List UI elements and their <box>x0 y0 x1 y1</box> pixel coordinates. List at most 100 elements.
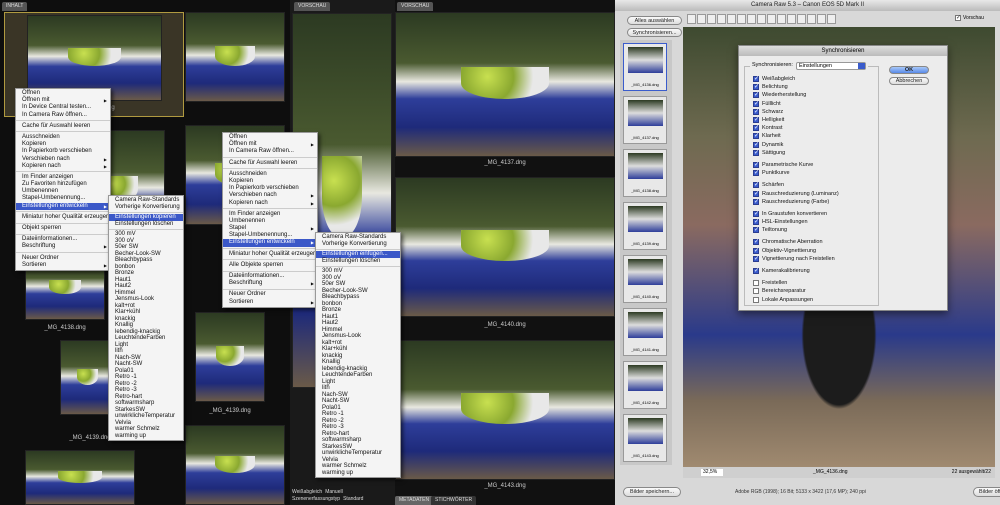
preview-checkbox[interactable]: ✓ Vorschau <box>955 15 984 21</box>
menu-item-sortieren[interactable]: Sortieren <box>16 262 110 269</box>
checkbox-box[interactable]: ✓ <box>753 268 759 275</box>
checkbox-rauschreduzierung-luminanz[interactable]: ✓ Rauschreduzierung (Luminanz) <box>753 189 839 197</box>
checkbox-objektiv-vignettierung[interactable]: ✓ Objektiv-Vignettierung <box>753 247 839 255</box>
menu-item-einstellungen-entwickeln[interactable]: Einstellungen entwickeln <box>16 202 110 210</box>
image-info-link[interactable]: Adobe RGB (1998); 16 Bit; 5133 x 3422 (1… <box>735 489 866 495</box>
checkbox-box[interactable]: ✓ <box>753 100 759 107</box>
checkbox-hsl-einstellungen[interactable]: ✓ HSL-Einstellungen <box>753 218 839 226</box>
menu-item-miniatur-hoher-qualit-t-erzeugen[interactable]: Miniatur hoher Qualität erzeugen <box>16 214 110 221</box>
thumbnail-image[interactable] <box>185 12 285 102</box>
menu-item-kopieren-nach[interactable]: Kopieren nach <box>16 163 110 170</box>
filmstrip[interactable]: _MG_4136.dng _MG_4137.dng _MG_4138.dng _MG_… <box>620 40 672 465</box>
checkbox-box[interactable]: ✓ <box>753 219 759 226</box>
filmstrip-thumbnail[interactable]: _MG_4141.dng <box>623 308 667 356</box>
checkbox-box[interactable]: ✓ <box>753 84 759 91</box>
checkbox-parametrische-kurve[interactable]: ✓ Parametrische Kurve <box>753 161 839 169</box>
color-sampler-icon[interactable] <box>717 14 726 24</box>
menu-item-umbenennen[interactable]: Umbenennen <box>223 218 317 225</box>
menu-item-neuer-ordner[interactable]: Neuer Ordner <box>223 291 317 298</box>
checkbox-in-graustufen-konvertieren[interactable]: ✓ In Graustufen konvertieren <box>753 210 839 218</box>
menu-item-in-camera-raw-ffnen[interactable]: In Camera Raw öffnen... <box>223 148 317 155</box>
cancel-button[interactable]: Abbrechen <box>889 77 929 85</box>
checkbox-schwarz[interactable]: ✓ Schwarz <box>753 108 839 116</box>
menu-item-umbenennen[interactable]: Umbenennen <box>16 188 110 195</box>
menu-item-einstellungen-entwickeln[interactable]: Einstellungen entwickeln <box>223 239 317 247</box>
checkbox-bereichsreparatur[interactable]: Bereichsreparatur <box>753 287 839 295</box>
menu-item-im-finder-anzeigen[interactable]: Im Finder anzeigen <box>223 211 317 218</box>
tab-metadaten[interactable]: METADATEN <box>395 496 434 505</box>
checkbox-freistellen[interactable]: Freistellen <box>753 279 839 287</box>
menu-item-kopieren-nach[interactable]: Kopieren nach <box>223 200 317 207</box>
menu-item-zu-favoriten-hinzuf-gen[interactable]: Zu Favoriten hinzufügen <box>16 181 110 188</box>
checkbox-kamerakalibrierung[interactable]: ✓ Kamerakalibrierung <box>753 267 839 275</box>
checkbox-box[interactable]: ✓ <box>753 108 759 115</box>
checkbox-wei-abgleich[interactable]: ✓ Weißabgleich <box>753 75 839 83</box>
checkbox-belichtung[interactable]: ✓ Belichtung <box>753 83 839 91</box>
checkbox-punktkurve[interactable]: ✓ Punktkurve <box>753 169 839 177</box>
checkbox-box[interactable]: ✓ <box>753 247 759 254</box>
menu-item-miniatur-hoher-qualit-t-erzeugen[interactable]: Miniatur hoher Qualität erzeugen <box>223 251 317 258</box>
menu-item-sortieren[interactable]: Sortieren <box>223 299 317 306</box>
menu-item-in-papierkorb-verschieben[interactable]: In Papierkorb verschieben <box>16 148 110 155</box>
graduated-filter-icon[interactable] <box>787 14 796 24</box>
checkbox-box[interactable]: ✓ <box>753 170 759 177</box>
checkbox-kontrast[interactable]: ✓ Kontrast <box>753 124 839 132</box>
checkbox-box[interactable]: ✓ <box>753 76 759 83</box>
checkbox-box[interactable]: ✓ <box>753 92 759 99</box>
checkbox-helligkeit[interactable]: ✓ Helligkeit <box>753 116 839 124</box>
checkbox-lokale-anpassungen[interactable]: Lokale Anpassungen <box>753 296 839 304</box>
checkbox-box[interactable]: ✓ <box>753 182 759 189</box>
menu-item-vorherige-konvertierung[interactable]: Vorherige Konvertierung <box>316 241 400 248</box>
menu-item-einstellungen-l-schen[interactable]: Einstellungen löschen <box>316 258 400 265</box>
preview-image[interactable] <box>395 340 615 480</box>
checkbox-teiltonung[interactable]: ✓ Teiltonung <box>753 226 839 234</box>
menu-item-ausschneiden[interactable]: Ausschneiden <box>16 134 110 141</box>
filmstrip-thumbnail[interactable]: _MG_4136.dng <box>623 43 667 91</box>
straighten-icon[interactable] <box>747 14 756 24</box>
filmstrip-thumbnail[interactable]: _MG_4143.dng <box>623 414 667 462</box>
filmstrip-thumbnail[interactable]: _MG_4139.dng <box>623 202 667 250</box>
menu-item-dateiinformationen[interactable]: Dateiinformationen... <box>223 273 317 280</box>
thumbnail-image[interactable] <box>185 425 285 505</box>
menu-item-neuer-ordner[interactable]: Neuer Ordner <box>16 255 110 262</box>
checkbox-box[interactable]: ✓ <box>753 117 759 124</box>
menu-item-ffnen-mit[interactable]: Öffnen mit <box>16 97 110 104</box>
checkbox-box[interactable]: ✓ <box>753 125 759 132</box>
menu-item-dateiinformationen[interactable]: Dateiinformationen... <box>16 236 110 243</box>
checkbox-vignettierung-nach-freistellen[interactable]: ✓ Vignettierung nach Freistellen <box>753 255 839 263</box>
white-balance-icon[interactable] <box>707 14 716 24</box>
preview-image[interactable] <box>395 12 615 157</box>
menu-item-verschieben-nach[interactable]: Verschieben nach <box>223 192 317 199</box>
menu-item-im-finder-anzeigen[interactable]: Im Finder anzeigen <box>16 174 110 181</box>
menu-item-in-camera-raw-ffnen[interactable]: In Camera Raw öffnen... <box>16 112 110 119</box>
preview-image[interactable] <box>395 177 615 317</box>
checkbox-box[interactable]: ✓ <box>753 239 759 246</box>
checkbox-wiederherstellung[interactable]: ✓ Wiederherstellung <box>753 91 839 99</box>
checkbox-box[interactable]: ✓ <box>753 190 759 197</box>
menu-item-cache-f-r-auswahl-leeren[interactable]: Cache für Auswahl leeren <box>16 123 110 130</box>
checkbox-chromatische-aberration[interactable]: ✓ Chromatische Aberration <box>753 238 839 246</box>
tab-vorschau-small[interactable]: VORSCHAU <box>294 2 331 11</box>
menu-item-objekt-sperren[interactable]: Objekt sperren <box>16 225 110 232</box>
tab-stichwoerter[interactable]: STICHWÖRTER <box>431 496 477 505</box>
checkbox-sch-rfen[interactable]: ✓ Schärfen <box>753 181 839 189</box>
checkbox-box[interactable]: ✓ <box>753 227 759 234</box>
rotate-right-icon[interactable] <box>817 14 826 24</box>
menu-item-kopieren[interactable]: Kopieren <box>223 178 317 185</box>
menu-item-vorherige-konvertierung[interactable]: Vorherige Konvertierung <box>109 204 183 211</box>
checkbox-box[interactable]: ✓ <box>753 149 759 156</box>
checkbox-box[interactable] <box>753 280 759 287</box>
preferences-icon[interactable] <box>797 14 806 24</box>
checkbox-box[interactable]: ✓ <box>753 161 759 168</box>
checkbox-box[interactable]: ✓ <box>753 133 759 140</box>
open-images-button[interactable]: Bilder öffnen <box>973 487 1000 497</box>
filmstrip-thumbnail[interactable]: _MG_4142.dng <box>623 361 667 409</box>
menu-item-cache-f-r-auswahl-leeren[interactable]: Cache für Auswahl leeren <box>223 160 317 167</box>
spot-removal-icon[interactable] <box>757 14 766 24</box>
synchronize-button[interactable]: Synchronisieren... <box>627 28 682 37</box>
menu-item-ffnen-mit[interactable]: Öffnen mit <box>223 141 317 148</box>
menu-item-beschriftung[interactable]: Beschriftung <box>16 243 110 250</box>
adjustment-brush-icon[interactable] <box>777 14 786 24</box>
menu-item-in-device-central-testen[interactable]: In Device Central testen... <box>16 104 110 111</box>
select-all-button[interactable]: Alles auswählen <box>627 16 682 25</box>
